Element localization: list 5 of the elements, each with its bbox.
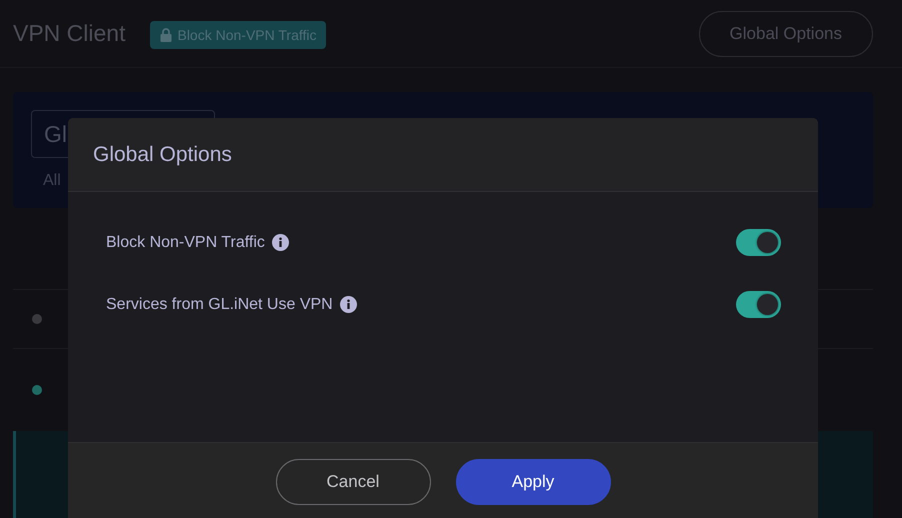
dialog-title: Global Options xyxy=(93,142,232,166)
option-label: Block Non-VPN Traffic xyxy=(106,234,265,252)
option-label: Services from GL.iNet Use VPN xyxy=(106,296,333,314)
page-title: VPN Client xyxy=(13,20,126,47)
badge-label: Block Non-VPN Traffic xyxy=(177,26,316,42)
